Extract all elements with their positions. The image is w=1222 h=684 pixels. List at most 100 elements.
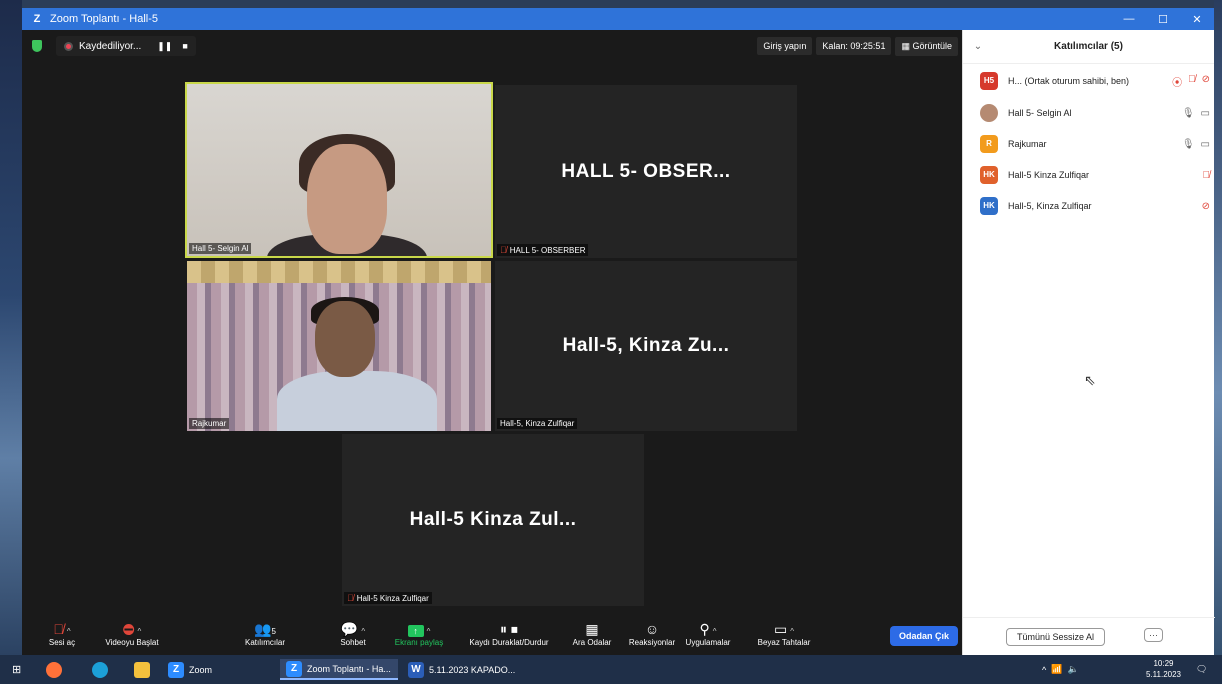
breakout-button[interactable]: ▦ Ara Odalar xyxy=(562,620,622,647)
desktop: Z Zoom Toplantı - Hall-5 — ☐ ✕ Kaydedili… xyxy=(0,0,1222,684)
document-taskbar-label: 5.11.2023 KAPADO... xyxy=(429,664,516,675)
pause-recording-icon[interactable]: ❚❚ xyxy=(157,41,172,52)
shield-icon[interactable] xyxy=(32,40,42,52)
share-label: Ekranı paylaş xyxy=(394,638,444,647)
participants-panel: ⌄ Katılımcılar (5) H5 H... (Ortak oturum… xyxy=(962,30,1215,655)
video-tile-rajkumar[interactable]: Rajkumar xyxy=(187,261,491,431)
clock[interactable]: 10:29 5.11.2023 xyxy=(1146,658,1181,680)
signin-button[interactable]: Giriş yapın xyxy=(757,37,813,55)
close-button[interactable]: ✕ xyxy=(1180,13,1214,26)
system-tray[interactable]: ^ 📶 🔈 xyxy=(1036,659,1085,680)
tile-name-tag: Hall-5, Kinza Zulfiqar xyxy=(497,418,578,429)
clock-date: 5.11.2023 xyxy=(1146,670,1181,679)
breakout-label: Ara Odalar xyxy=(572,638,612,647)
meeting-taskbar-item[interactable]: Z Zoom Toplantı - Ha... xyxy=(280,659,398,680)
explorer-taskbar-icon[interactable] xyxy=(128,659,156,680)
tile-name-tag: Hall 5- Selgin Al xyxy=(189,243,252,254)
participant-name: Rajkumar xyxy=(1008,139,1047,149)
apps-button[interactable]: ⚲ ^ Uygulamalar xyxy=(678,620,738,647)
view-button[interactable]: ▦ Görüntüle xyxy=(895,36,958,56)
share-screen-button[interactable]: ↑ ^ Ekranı paylaş xyxy=(389,620,449,647)
chat-label: Sohbet xyxy=(340,638,366,647)
chevron-down-icon[interactable]: ⌄ xyxy=(963,41,993,52)
mouse-cursor-icon: ⇖ xyxy=(1084,372,1096,388)
mic-off-icon: 🎙̸ xyxy=(347,593,354,603)
stop-recording-icon[interactable]: ■ xyxy=(182,41,187,51)
window-controls: — ☐ ✕ xyxy=(1112,13,1214,26)
mic-on-icon: 🎙 xyxy=(1181,138,1195,150)
record-button[interactable]: ⏸ ⏹ Kaydı Duraklat/Durdur xyxy=(454,620,564,647)
reactions-label: Reaksiyonlar xyxy=(628,638,676,647)
document-taskbar-item[interactable]: W 5.11.2023 KAPADO... xyxy=(402,659,522,680)
start-video-button[interactable]: ⛔︎ ^ Videoyu Başlat xyxy=(92,620,172,647)
zoom-logo-icon: Z xyxy=(33,13,41,25)
whiteboard-button[interactable]: ▭ ^ Beyaz Tahtalar xyxy=(749,620,819,647)
participant-row[interactable]: R Rajkumar 🎙 ▭ xyxy=(980,133,1210,155)
participant-row[interactable]: Hall 5- Selgin Al 🎙 ▭ xyxy=(980,102,1210,124)
apps-label: Uygulamalar xyxy=(685,638,731,647)
participants-button[interactable]: 👥5 Katılımcılar xyxy=(235,620,295,647)
participant-row[interactable]: H5 H... (Ortak oturum sahibi, ben) ⦿ 🎙̸ ⊘ xyxy=(980,70,1210,92)
video-off-icon: ⊘ xyxy=(1201,200,1210,212)
notification-icon: 🗨 xyxy=(1196,664,1208,674)
word-icon: W xyxy=(408,661,424,678)
participants-icon: 👥5 xyxy=(254,621,276,637)
panel-footer: Tümünü Sessize Al ··· xyxy=(963,617,1215,655)
video-off-icon: ⊘ xyxy=(1201,73,1210,85)
top-bar-right: Giriş yapın Kalan: 09:25:51 ▦ Görüntüle xyxy=(757,36,958,56)
maximize-button[interactable]: ☐ xyxy=(1146,13,1180,26)
recording-label: Kaydediliyor... xyxy=(79,40,142,52)
recording-indicator: Kaydediliyor... ❚❚ ■ xyxy=(56,36,196,56)
start-video-label: Videoyu Başlat xyxy=(105,638,159,647)
participant-name: Hall 5- Selgin Al xyxy=(1008,108,1072,118)
record-label: Kaydı Duraklat/Durdur xyxy=(469,638,549,647)
zoom-icon: Z xyxy=(168,661,184,678)
participant-row[interactable]: HK Hall-5 Kinza Zulfiqar 🎙̸ xyxy=(980,164,1210,186)
window-title-bar[interactable]: Z Zoom Toplantı - Hall-5 — ☐ ✕ xyxy=(22,8,1214,30)
unmute-button[interactable]: 🎙̸ ^ Sesi aç xyxy=(42,620,82,647)
edge-taskbar-icon[interactable] xyxy=(86,659,114,680)
firefox-taskbar-icon[interactable] xyxy=(40,659,68,680)
share-icon: ↑ ^ xyxy=(389,620,449,638)
clock-time: 10:29 xyxy=(1153,659,1174,668)
mute-all-button[interactable]: Tümünü Sessize Al xyxy=(1006,628,1106,646)
grid-icon: ▦ xyxy=(901,40,913,51)
view-label: Görüntüle xyxy=(912,40,952,51)
video-tile-kinza-2[interactable]: Hall-5 Kinza Zul... 🎙̸ Hall-5 Kinza Zulfi… xyxy=(342,434,644,606)
video-tile-kinza-1[interactable]: Hall-5, Kinza Zu... Hall-5, Kinza Zulfiq… xyxy=(495,261,797,431)
video-tile-observer[interactable]: HALL 5- OBSER... 🎙̸ HALL 5- OBSERBER xyxy=(495,85,797,258)
pause-stop-icon: ⏸ ⏹ xyxy=(500,621,518,637)
zoom-icon: Z xyxy=(286,660,302,677)
notifications-button[interactable]: 🗨 xyxy=(1190,659,1213,680)
meeting-taskbar-label: Zoom Toplantı - Ha... xyxy=(307,663,391,674)
whiteboard-label: Beyaz Tahtalar xyxy=(757,638,811,647)
video-tile-selgin[interactable]: Hall 5- Selgin Al xyxy=(185,82,493,258)
remaining-time: Kalan: 09:25:51 xyxy=(816,37,892,55)
recording-dot-icon xyxy=(64,41,73,51)
participants-label: Katılımcılar xyxy=(244,638,285,647)
panel-header: ⌄ Katılımcılar (5) xyxy=(963,30,1214,64)
recording-icon: ⦿ xyxy=(1172,77,1183,89)
folder-icon xyxy=(134,661,150,678)
tile-name: Hall-5 Kinza Zulfiqar xyxy=(356,593,429,603)
participant-status-icons: ⊘ xyxy=(1202,201,1210,212)
reactions-button[interactable]: ☺ Reaksiyonlar xyxy=(620,620,684,647)
mic-on-icon: 🎙 xyxy=(1181,107,1195,119)
chat-button[interactable]: 💬 ^ Sohbet xyxy=(328,620,378,647)
zoom-taskbar-item[interactable]: Z Zoom xyxy=(162,659,218,680)
minimize-button[interactable]: — xyxy=(1112,13,1146,26)
leave-button[interactable]: Odadan Çık xyxy=(890,626,959,646)
meeting-toolbar: 🎙̸ ^ Sesi aç ⛔︎ ^ Videoyu Başlat 👥5 Katılı… xyxy=(22,618,962,655)
participant-video-face xyxy=(315,301,375,377)
participant-name: Hall-5, Kinza Zulfiqar xyxy=(1008,201,1092,211)
more-options-button[interactable]: ··· xyxy=(1144,628,1163,642)
unmute-label: Sesi aç xyxy=(48,638,76,647)
participant-status-icons: 🎙 ▭ xyxy=(1182,139,1210,150)
participant-status-icons: 🎙̸ xyxy=(1203,170,1211,181)
start-button[interactable]: ⊞ xyxy=(6,659,27,680)
desktop-wallpaper-left xyxy=(0,0,22,655)
avatar: H5 xyxy=(980,72,998,90)
tile-name: Hall-5, Kinza Zulfiqar xyxy=(500,419,575,428)
participant-row[interactable]: HK Hall-5, Kinza Zulfiqar ⊘ xyxy=(980,195,1210,217)
reactions-icon: ☺ xyxy=(644,621,660,637)
